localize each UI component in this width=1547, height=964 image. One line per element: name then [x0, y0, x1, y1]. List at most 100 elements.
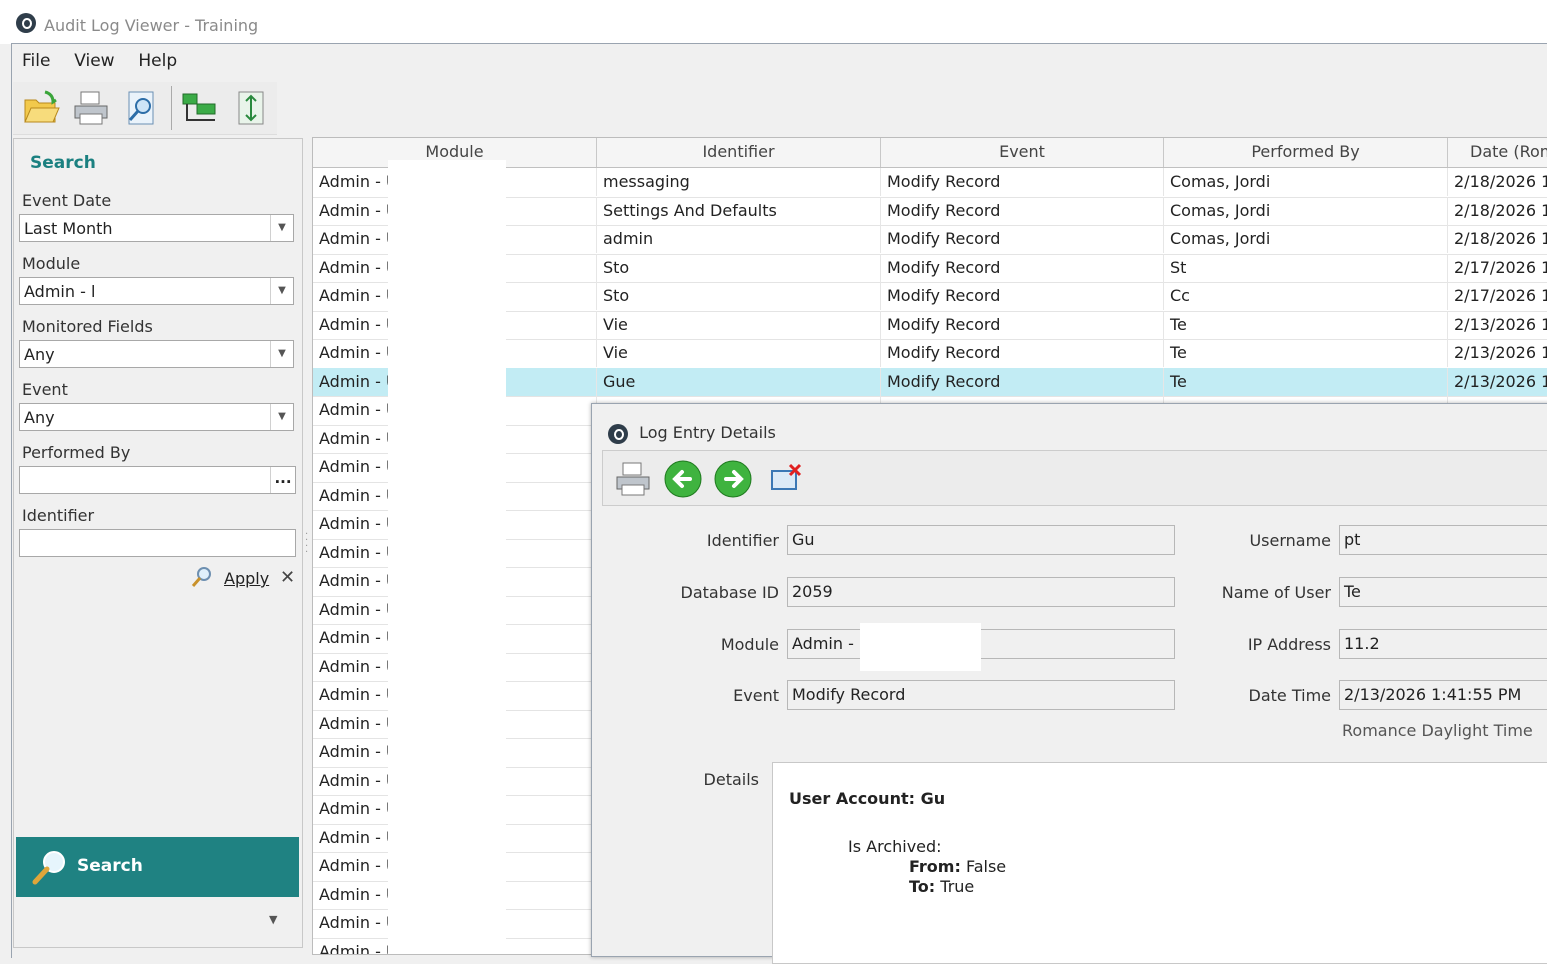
cell-event: Modify Record — [881, 310, 1164, 339]
tree-expand-icon[interactable] — [179, 88, 219, 128]
toolbar-separator — [171, 86, 172, 130]
log-entry-details-dialog: Log Entry Details Identifier Gu Database… — [591, 403, 1547, 964]
date-time-label: Date Time — [1248, 686, 1331, 705]
open-folder-icon[interactable] — [21, 88, 61, 128]
chevron-down-icon[interactable]: ▼ — [269, 913, 277, 926]
browse-users-button[interactable]: ... — [270, 467, 295, 493]
column-header-event[interactable]: Event — [881, 138, 1164, 167]
column-header-identifier[interactable]: Identifier — [597, 138, 881, 167]
print-preview-icon[interactable] — [123, 88, 163, 128]
dialog-toolbar — [602, 450, 1547, 506]
cell-date: 2/18/2026 12 — [1448, 168, 1547, 196]
cell-event: Modify Record — [881, 196, 1164, 225]
username-field: pt — [1339, 525, 1547, 555]
name-of-user-field: Te — [1339, 577, 1547, 607]
cell-performed-by: Te — [1164, 310, 1448, 339]
chevron-down-icon[interactable]: ▼ — [270, 341, 293, 367]
cell-identifier: Vie — [597, 310, 881, 339]
identifier-label: Identifier — [706, 531, 779, 550]
module-label: Module — [22, 254, 81, 273]
main-toolbar — [13, 82, 277, 135]
name-of-user-label: Name of User — [1221, 583, 1331, 602]
chevron-down-icon[interactable]: ▼ — [270, 278, 293, 304]
database-id-label: Database ID — [680, 583, 779, 602]
cell-date: 2/17/2026 10 — [1448, 282, 1547, 310]
cell-identifier: Settings And Defaults — [597, 196, 881, 225]
column-header-date[interactable]: Date (Rom — [1448, 138, 1547, 167]
cell-performed-by: Comas, Jordi — [1164, 225, 1448, 253]
cell-date: 2/18/2026 12 — [1448, 197, 1547, 225]
module-field: Admin - U — [787, 629, 1175, 659]
cell-performed-by: St — [1164, 253, 1448, 282]
identifier-field: Gu — [787, 525, 1175, 555]
cell-performed-by: Te — [1164, 339, 1448, 367]
column-header-performed-by[interactable]: Performed By — [1164, 138, 1448, 167]
cell-date: 2/18/2026 12 — [1448, 225, 1547, 253]
cell-identifier: admin — [597, 225, 881, 253]
cell-identifier: messaging — [597, 168, 881, 196]
details-field-name: Is Archived: — [848, 837, 942, 856]
row-height-icon[interactable] — [231, 88, 271, 128]
username-label: Username — [1249, 531, 1331, 550]
magnifier-icon — [30, 847, 70, 892]
event-date-value: Last Month — [24, 219, 113, 238]
forward-arrow-icon[interactable] — [713, 459, 753, 499]
app-logo-icon — [608, 423, 628, 444]
close-window-icon[interactable] — [768, 459, 808, 499]
cell-event: Modify Record — [881, 339, 1164, 367]
menu-help[interactable]: Help — [138, 51, 177, 71]
event-value: Any — [24, 408, 55, 427]
event-select[interactable]: Any ▼ — [19, 403, 294, 431]
cell-performed-by: Te — [1164, 367, 1448, 396]
magnifier-icon — [190, 565, 214, 593]
chevron-down-icon[interactable]: ▼ — [270, 215, 293, 241]
monitored-fields-select[interactable]: Any ▼ — [19, 340, 294, 368]
details-from-label: From: — [909, 857, 961, 876]
monitored-fields-value: Any — [24, 345, 55, 364]
splitter-handle[interactable]: · · · · — [305, 530, 308, 558]
menu-bar: File View Help — [22, 51, 196, 75]
details-to-line: To: True — [909, 877, 974, 896]
identifier-label: Identifier — [22, 506, 95, 525]
redaction-block — [388, 160, 506, 954]
ip-address-field: 11.2 — [1339, 629, 1547, 659]
cell-date: 2/13/2026 1: — [1448, 368, 1547, 396]
database-id-field: 2059 — [787, 577, 1175, 607]
event-date-label: Event Date — [22, 191, 112, 210]
module-label: Module — [720, 635, 779, 654]
cell-event: Modify Record — [881, 282, 1164, 310]
cell-performed-by: Comas, Jordi — [1164, 196, 1448, 225]
search-button-label: Search — [77, 856, 143, 876]
cell-event: Modify Record — [881, 225, 1164, 253]
redaction-block — [860, 623, 981, 671]
search-heading: Search — [30, 153, 96, 173]
print-icon[interactable] — [613, 459, 653, 499]
event-label: Event — [733, 686, 779, 705]
details-from-line: From: False — [909, 857, 1006, 876]
performed-by-label: Performed By — [22, 443, 131, 462]
title-bar: Audit Log Viewer - Training — [0, 0, 1547, 44]
cell-identifier: Sto — [597, 253, 881, 282]
event-field: Modify Record — [787, 680, 1175, 710]
identifier-input[interactable] — [19, 529, 296, 557]
performed-by-input[interactable]: ... — [19, 466, 296, 494]
cell-event: Modify Record — [881, 253, 1164, 282]
search-button[interactable]: Search — [16, 837, 299, 897]
apply-button[interactable]: Apply — [224, 569, 269, 588]
details-panel: User Account: Gu Is Archived: From: Fals… — [772, 762, 1547, 964]
print-icon[interactable] — [71, 88, 111, 128]
clear-icon[interactable]: ✕ — [280, 567, 295, 588]
details-from-value: False — [965, 857, 1007, 876]
menu-view[interactable]: View — [74, 51, 114, 71]
event-date-select[interactable]: Last Month ▼ — [19, 214, 294, 242]
cell-event: Modify Record — [881, 367, 1164, 396]
cell-event: Modify Record — [881, 168, 1164, 196]
cell-identifier: Gue — [597, 367, 881, 396]
app-logo-icon — [16, 13, 36, 33]
back-arrow-icon[interactable] — [663, 459, 703, 499]
cell-date: 2/13/2026 1: — [1448, 339, 1547, 367]
module-select[interactable]: Admin - l ▼ — [19, 277, 294, 305]
cell-identifier: Vie — [597, 339, 881, 367]
chevron-down-icon[interactable]: ▼ — [270, 404, 293, 430]
menu-file[interactable]: File — [22, 51, 50, 71]
